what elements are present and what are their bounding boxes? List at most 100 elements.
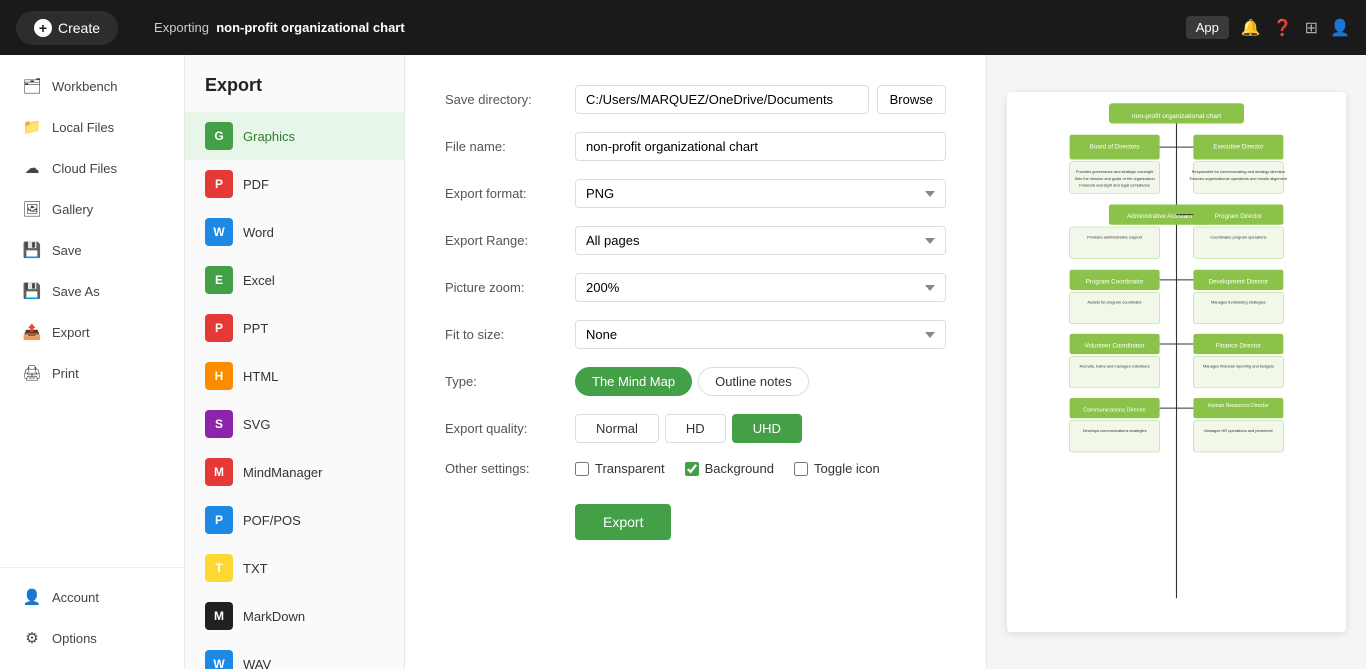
picture-zoom-label: Picture zoom: <box>445 280 575 295</box>
settings-group: Transparent Background Toggle icon <box>575 461 880 476</box>
export-item-html[interactable]: HHTML <box>185 352 404 400</box>
background-checkbox-label[interactable]: Background <box>685 461 774 476</box>
export-icon: 📤 <box>22 322 42 342</box>
export-item-mindmanager[interactable]: MMindManager <box>185 448 404 496</box>
preview-box: non-profit organizational chart Board of… <box>1007 92 1346 632</box>
svg-text:non-profit organizational char: non-profit organizational chart <box>1132 113 1221 120</box>
gallery-icon: 🖼 <box>22 199 42 219</box>
export-format-select[interactable]: PNGJPGBMPGIF <box>575 179 946 208</box>
file-name-label: File name: <box>445 139 575 154</box>
file-name-control <box>575 132 946 161</box>
fit-to-size-label: Fit to size: <box>445 327 575 342</box>
sidebar-item-options[interactable]: ⚙Options <box>6 618 178 658</box>
quality-uhd-button[interactable]: UHD <box>732 414 802 443</box>
topbar-right: App 🔔 ❓ ⊞ 👤 <box>1186 16 1350 39</box>
sidebar-bottom-nav: 👤Account⚙Options <box>0 577 184 658</box>
excel-file-icon: E <box>205 266 233 294</box>
picture-zoom-row: Picture zoom: 100%150%200%300% <box>445 273 946 302</box>
svg-text:Communications Director: Communications Director <box>1083 408 1146 414</box>
export-item-ppt[interactable]: PPPT <box>185 304 404 352</box>
type-outline-button[interactable]: Outline notes <box>698 367 809 396</box>
save-icon: 💾 <box>22 240 42 260</box>
export-item-word[interactable]: WWord <box>185 208 404 256</box>
transparent-checkbox[interactable] <box>575 462 589 476</box>
sidebar-item-export[interactable]: 📤Export <box>6 312 178 352</box>
transparent-label: Transparent <box>595 461 665 476</box>
sidebar-item-account[interactable]: 👤Account <box>6 577 178 617</box>
browse-button[interactable]: Browse <box>877 85 946 114</box>
quality-normal-button[interactable]: Normal <box>575 414 659 443</box>
picture-zoom-control: 100%150%200%300% <box>575 273 946 302</box>
export-item-svg[interactable]: SSVG <box>185 400 404 448</box>
local-files-icon: 📁 <box>22 117 42 137</box>
sidebar-item-cloud-files[interactable]: ☁Cloud Files <box>6 148 178 188</box>
export-item-wav[interactable]: WWAV <box>185 640 404 669</box>
export-item-excel[interactable]: EExcel <box>185 256 404 304</box>
options-icon: ⚙ <box>22 628 42 648</box>
pdf-file-icon: P <box>205 170 233 198</box>
sidebar-item-workbench[interactable]: 🗂Workbench <box>6 66 178 106</box>
toggle-icon-checkbox[interactable] <box>794 462 808 476</box>
fit-to-size-control: NoneA4A3Letter <box>575 320 946 349</box>
export-range-row: Export Range: All pagesCurrent pageSelec… <box>445 226 946 255</box>
svg-text:Manages HR operations and pers: Manages HR operations and personnel <box>1204 428 1272 433</box>
sidebar-item-save[interactable]: 💾Save <box>6 230 178 270</box>
export-item-graphics[interactable]: GGraphics <box>185 112 404 160</box>
export-item-markdown[interactable]: MMarkDown <box>185 592 404 640</box>
save-directory-control: Browse <box>575 85 946 114</box>
quality-hd-button[interactable]: HD <box>665 414 726 443</box>
export-item-pof[interactable]: PPOF/POS <box>185 496 404 544</box>
user-icon[interactable]: 👤 <box>1330 18 1350 38</box>
sidebar-item-save-as[interactable]: 💾Save As <box>6 271 178 311</box>
background-label: Background <box>705 461 774 476</box>
transparent-checkbox-label[interactable]: Transparent <box>575 461 665 476</box>
create-button[interactable]: + Create <box>16 11 118 45</box>
graphics-file-icon: G <box>205 122 233 150</box>
svg-text:Sets the mission and goals of: Sets the mission and goals of the organi… <box>1075 176 1155 181</box>
ppt-file-icon: P <box>205 314 233 342</box>
svg-text:Responsible for communicating: Responsible for communicating and strate… <box>1192 169 1285 174</box>
save-directory-label: Save directory: <box>445 92 575 107</box>
app-button[interactable]: App <box>1186 16 1229 39</box>
export-range-control: All pagesCurrent pageSelected <box>575 226 946 255</box>
workbench-icon: 🗂 <box>22 76 42 96</box>
svg-text:Provides governance and strate: Provides governance and strategic oversi… <box>1076 169 1154 174</box>
svg-text:Administrative Assistant: Administrative Assistant <box>1127 213 1192 220</box>
svg-text:Board of Directors: Board of Directors <box>1090 143 1140 150</box>
pof-file-icon: P <box>205 506 233 534</box>
bell-icon[interactable]: 🔔 <box>1241 18 1261 38</box>
txt-file-icon: T <box>205 554 233 582</box>
type-mindmap-button[interactable]: The Mind Map <box>575 367 692 396</box>
cloud-files-icon: ☁ <box>22 158 42 178</box>
print-icon: 🖨 <box>22 363 42 383</box>
fit-to-size-select[interactable]: NoneA4A3Letter <box>575 320 946 349</box>
export-format-panel: Export GGraphicsPPDFWWordEExcelPPPTHHTML… <box>185 55 405 669</box>
picture-zoom-select[interactable]: 100%150%200%300% <box>575 273 946 302</box>
sidebar-item-local-files[interactable]: 📁Local Files <box>6 107 178 147</box>
svg-text:Recruits, trains and manages v: Recruits, trains and manages volunteers <box>1080 364 1150 369</box>
export-button[interactable]: Export <box>575 504 671 540</box>
export-range-select[interactable]: All pagesCurrent pageSelected <box>575 226 946 255</box>
save-as-icon: 💾 <box>22 281 42 301</box>
export-panel-title: Export <box>185 75 404 112</box>
other-settings-label: Other settings: <box>445 461 575 476</box>
svg-text:Program Coordinator: Program Coordinator <box>1086 278 1144 285</box>
sidebar-item-print[interactable]: 🖨Print <box>6 353 178 393</box>
export-item-pdf[interactable]: PPDF <box>185 160 404 208</box>
svg-text:Program Director: Program Director <box>1215 213 1262 220</box>
grid-icon[interactable]: ⊞ <box>1305 18 1318 38</box>
svg-text:Coordinates program operations: Coordinates program operations <box>1210 234 1266 239</box>
toggle-icon-checkbox-label[interactable]: Toggle icon <box>794 461 880 476</box>
save-directory-input[interactable] <box>575 85 869 114</box>
sidebar-item-gallery[interactable]: 🖼Gallery <box>6 189 178 229</box>
help-icon[interactable]: ❓ <box>1273 18 1293 38</box>
toggle-icon-label: Toggle icon <box>814 461 880 476</box>
other-settings-row: Other settings: Transparent Background T… <box>445 461 946 476</box>
export-item-txt[interactable]: TTXT <box>185 544 404 592</box>
plus-icon: + <box>34 19 52 37</box>
file-name-input[interactable] <box>575 132 946 161</box>
export-quality-label: Export quality: <box>445 421 575 436</box>
export-items-list: GGraphicsPPDFWWordEExcelPPPTHHTMLSSVGMMi… <box>185 112 404 669</box>
background-checkbox[interactable] <box>685 462 699 476</box>
sidebar-nav: 🗂Workbench📁Local Files☁Cloud Files🖼Galle… <box>0 65 184 394</box>
